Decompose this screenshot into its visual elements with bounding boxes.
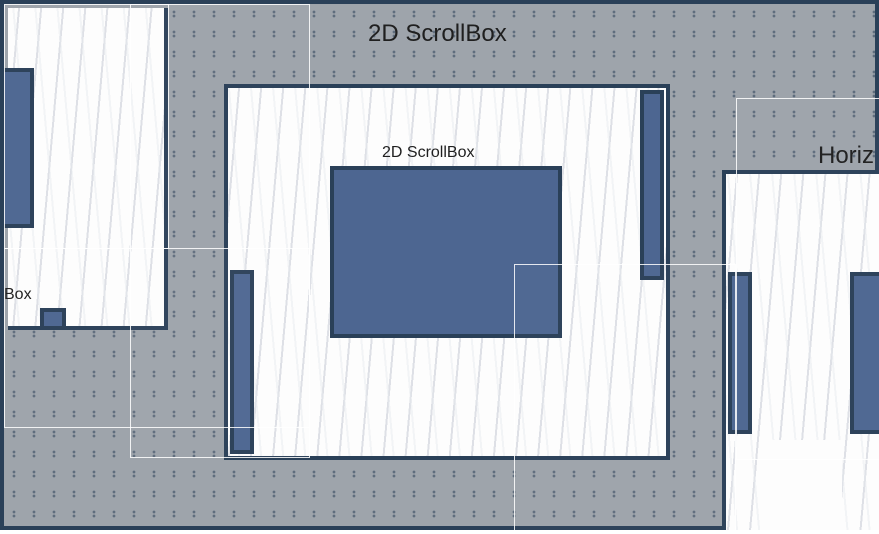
- diagram-stage: 2D ScrollBox Box 2D ScrollBox Horiz: [0, 0, 879, 530]
- outer-scrollbar-right-handle[interactable]: [640, 90, 664, 280]
- left-panel-scrollbar-handle[interactable]: [4, 68, 34, 228]
- outer-scrollbox-title: 2D ScrollBox: [368, 20, 507, 48]
- right-panel-gap: [760, 440, 842, 530]
- right-panel-left-handle[interactable]: [728, 272, 752, 434]
- right-panel-right-handle[interactable]: [850, 272, 879, 434]
- inner-2d-scrollbox-content[interactable]: [330, 166, 562, 338]
- inner-scrollbox-title: 2D ScrollBox: [382, 144, 474, 162]
- left-panel-corner-block: [40, 308, 66, 330]
- left-partial-label: Box: [4, 286, 32, 304]
- outer-scrollbar-left-handle[interactable]: [230, 270, 254, 454]
- right-partial-label: Horiz: [818, 142, 874, 170]
